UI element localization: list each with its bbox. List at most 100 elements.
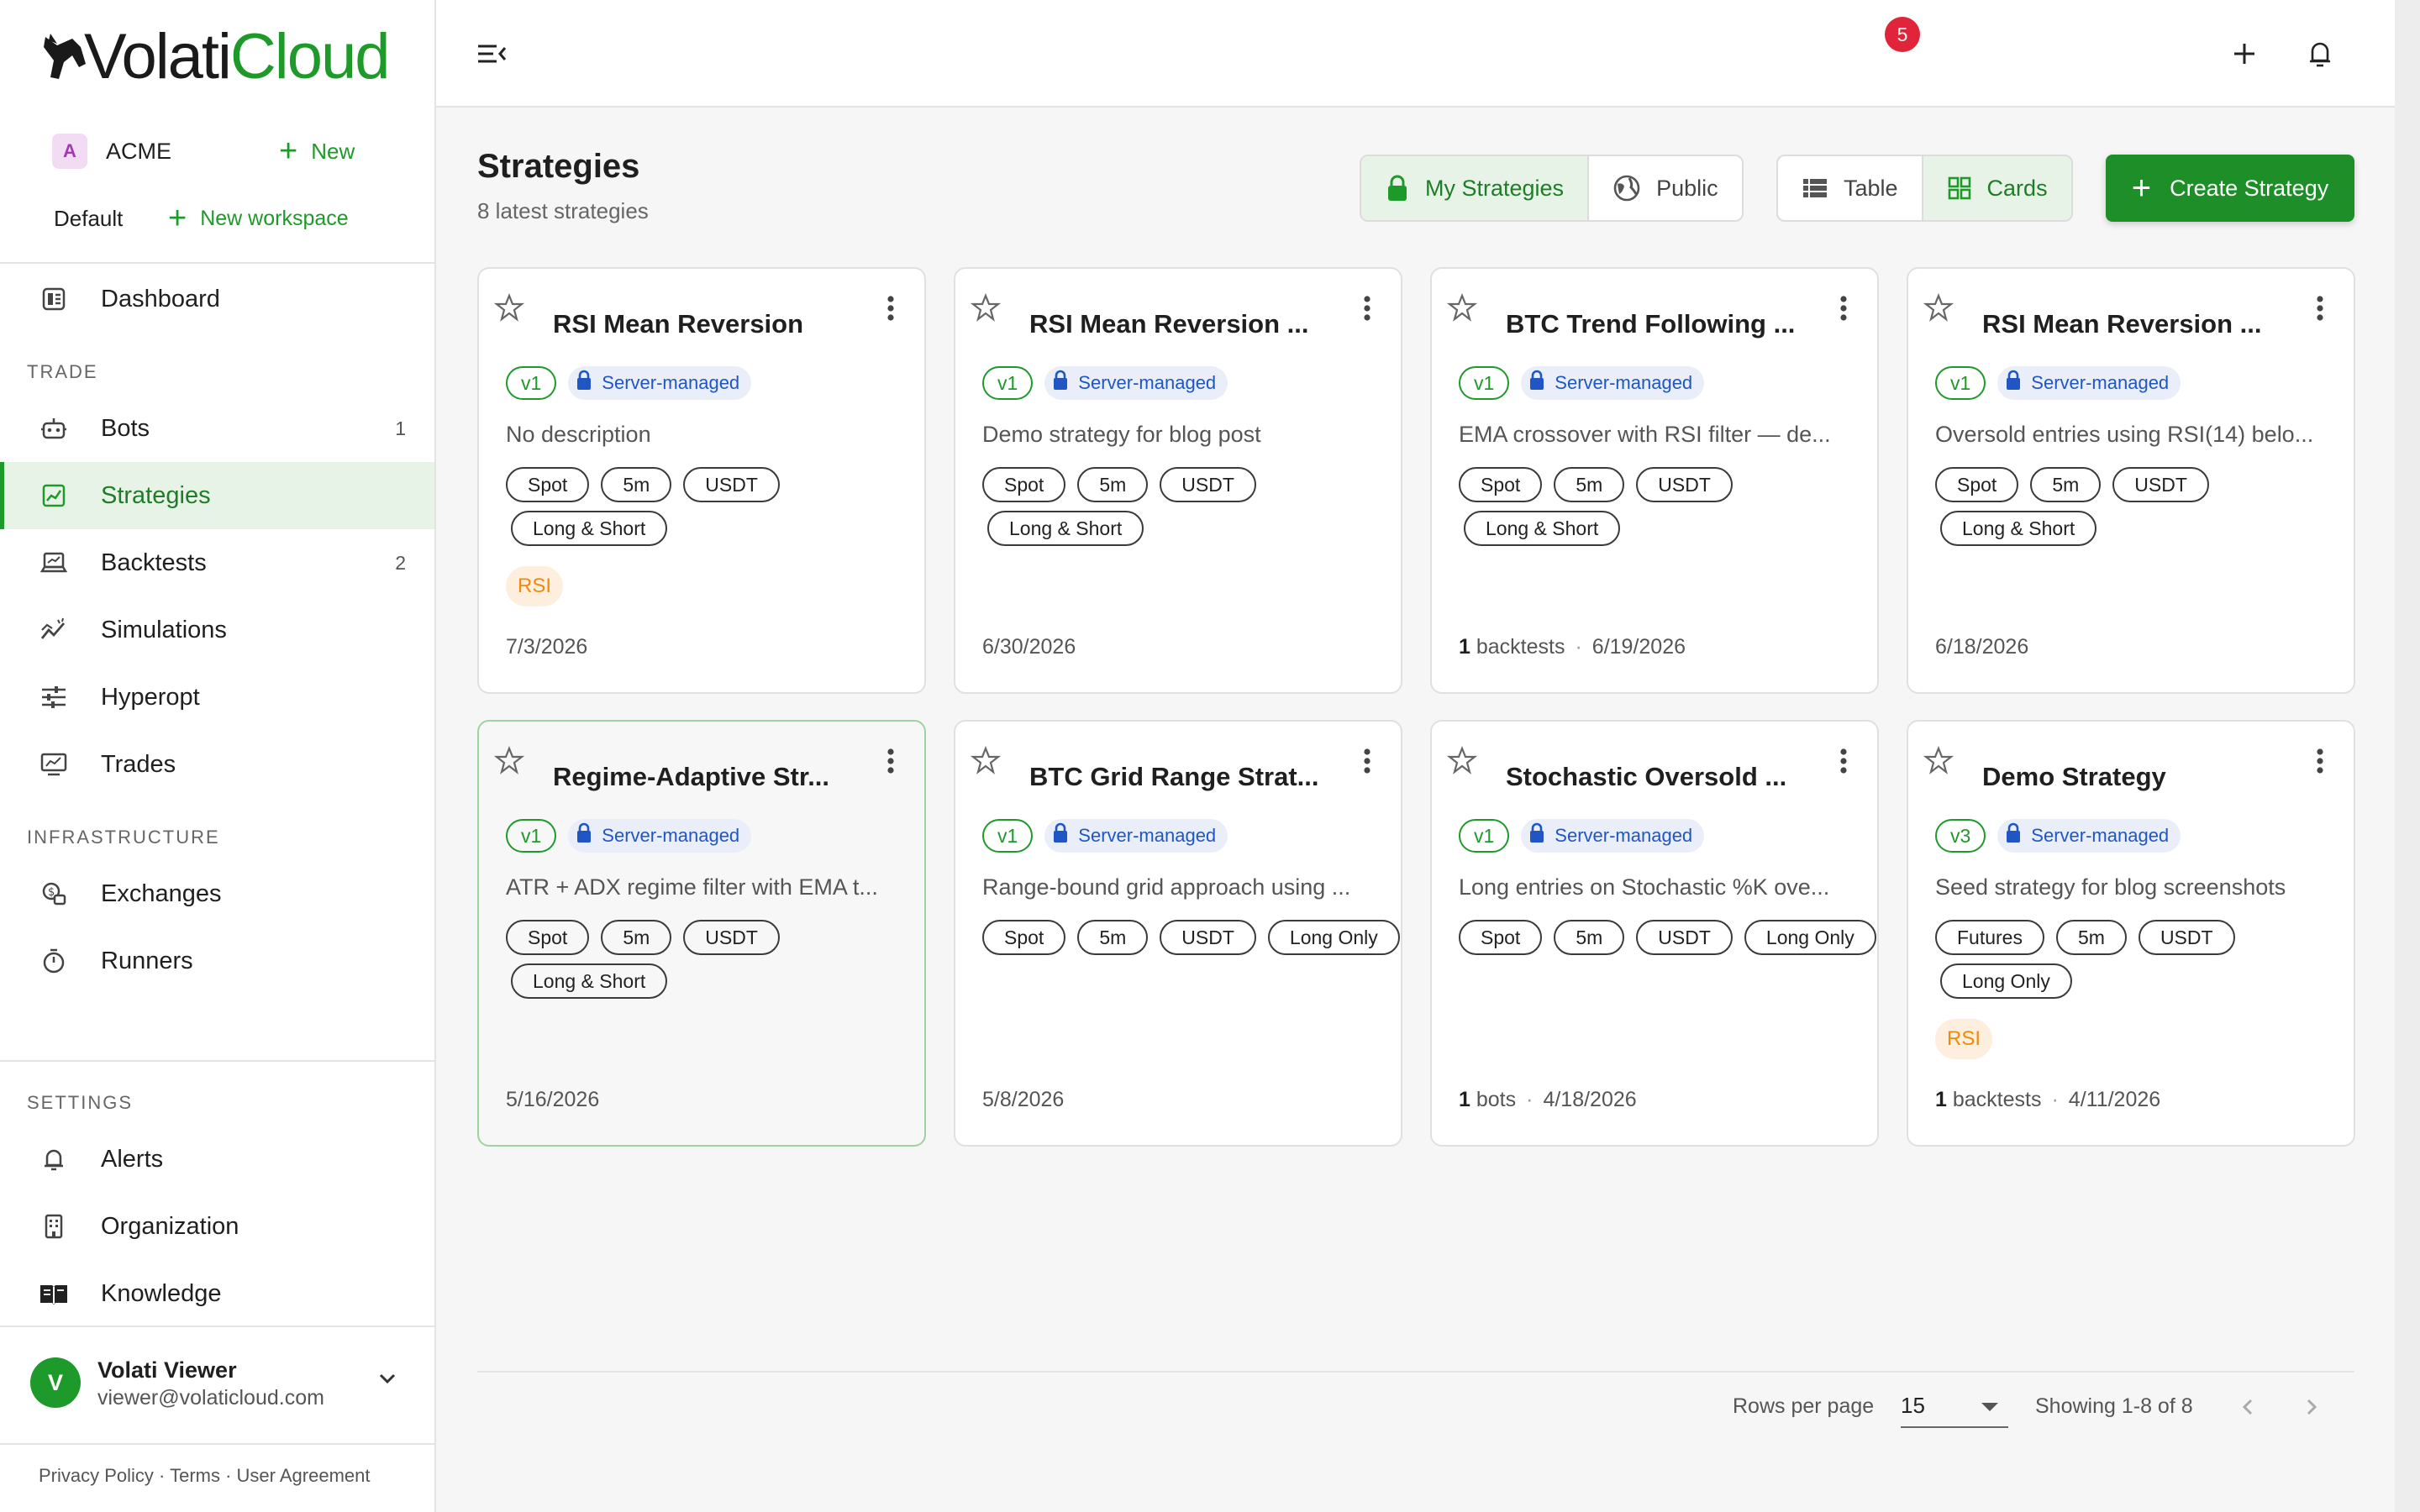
more-options-icon[interactable] — [886, 294, 896, 327]
privacy-link[interactable]: Privacy Policy — [39, 1465, 154, 1486]
logo[interactable]: VolatiCloud — [39, 24, 390, 91]
backtest-icon — [37, 546, 71, 580]
previous-page-button[interactable] — [2230, 1389, 2265, 1425]
sidebar-divider — [0, 262, 434, 264]
strategy-tag: USDT — [683, 467, 780, 502]
sidebar-item-exchanges[interactable]: $ Exchanges — [0, 860, 434, 927]
strategy-card[interactable]: Stochastic Oversold ... v1 Server-managed L… — [1430, 720, 1879, 1147]
strategy-card[interactable]: BTC Grid Range Strat... v1 Server-managed R… — [954, 720, 1402, 1147]
new-workspace-button[interactable]: + New workspace — [168, 202, 349, 234]
more-options-icon[interactable] — [1362, 294, 1372, 327]
plus-icon: + — [2131, 170, 2152, 207]
strategy-title: RSI Mean Reversion — [553, 309, 804, 339]
more-options-icon[interactable] — [2315, 747, 2325, 780]
strategy-card[interactable]: RSI Mean Reversion ... v1 Server-managed De… — [954, 267, 1402, 694]
strategy-card[interactable]: RSI Mean Reversion v1 Server-managed No des… — [477, 267, 926, 694]
strategy-tag: Long & Short — [1940, 511, 2097, 546]
server-managed-label: Server-managed — [602, 825, 740, 846]
sidebar-item-backtests[interactable]: Backtests 2 — [0, 529, 434, 596]
lock-icon — [1528, 822, 1555, 849]
sidebar-item-knowledge[interactable]: Knowledge — [0, 1260, 434, 1327]
more-options-icon[interactable] — [1839, 294, 1849, 327]
favorite-star-icon[interactable] — [970, 292, 1002, 327]
footer-separator-dot: · — [2051, 1088, 2059, 1111]
strategy-tag: Long & Short — [511, 963, 668, 999]
favorite-star-icon[interactable] — [493, 745, 525, 780]
strategy-tag: 5m — [1554, 920, 1625, 955]
org-switcher[interactable]: A ACME + New — [52, 131, 405, 171]
strategy-footer: 1 backtests · 4/11/2026 — [1935, 1088, 2160, 1112]
view-table-button[interactable]: Table — [1778, 156, 1922, 220]
footer-count: 1 — [1935, 1088, 1947, 1111]
sidebar-item-trades[interactable]: Trades — [0, 731, 434, 798]
version-chip: v1 — [1459, 819, 1510, 853]
strategy-card[interactable]: RSI Mean Reversion ... v1 Server-managed Ov… — [1907, 267, 2355, 694]
strategy-tag: 5m — [1554, 467, 1625, 502]
next-page-button[interactable] — [2294, 1389, 2329, 1425]
favorite-star-icon[interactable] — [1446, 292, 1478, 327]
strategy-tags: Spot 5m USDT — [982, 467, 1256, 502]
pagination-divider — [477, 1371, 2354, 1373]
strategy-title: Stochastic Oversold ... — [1506, 762, 1787, 791]
sidebar-item-strategies[interactable]: Strategies — [0, 462, 434, 529]
strategy-card[interactable]: BTC Trend Following ... v1 Server-managed E… — [1430, 267, 1879, 694]
server-managed-chip: Server-managed — [1521, 819, 1705, 853]
lock-icon — [1051, 370, 1078, 396]
sidebar-item-simulations[interactable]: Simulations — [0, 596, 434, 664]
horse-logo-icon — [44, 34, 86, 79]
strategy-tag: USDT — [683, 920, 780, 955]
strategy-tag: Long & Short — [987, 511, 1144, 546]
favorite-star-icon[interactable] — [1923, 292, 1954, 327]
version-chip: v1 — [982, 366, 1034, 400]
view-cards-button[interactable]: Cards — [1921, 156, 2071, 220]
footer-unit: backtests — [1476, 635, 1565, 659]
user-menu[interactable]: V Volati Viewer viewer@volaticloud.com — [0, 1327, 434, 1443]
strategy-tags: Futures 5m USDT — [1935, 920, 2235, 955]
add-icon[interactable] — [2224, 34, 2265, 74]
strategy-tags: Long & Short — [1940, 511, 2097, 546]
server-managed-label: Server-managed — [2031, 825, 2170, 846]
more-options-icon[interactable] — [1839, 747, 1849, 780]
strategy-card[interactable]: Regime-Adaptive Str... v1 Server-managed AT… — [477, 720, 926, 1147]
terms-link[interactable]: Terms — [170, 1465, 220, 1486]
chevron-down-icon[interactable] — [375, 1366, 400, 1395]
grid-icon — [1948, 176, 1970, 200]
sidebar-item-bots[interactable]: Bots 1 — [0, 395, 434, 462]
agreement-link[interactable]: User Agreement — [237, 1465, 371, 1486]
more-options-icon[interactable] — [886, 747, 896, 780]
strategy-description: No description — [506, 422, 651, 447]
server-managed-chip: Server-managed — [1997, 366, 2181, 400]
strategy-title: Regime-Adaptive Str... — [553, 762, 830, 791]
sidebar-item-runners[interactable]: Runners — [0, 927, 434, 995]
filter-my-strategies[interactable]: My Strategies — [1361, 156, 1588, 220]
strategy-card[interactable]: Demo Strategy v3 Server-managed Seed strate… — [1907, 720, 2355, 1147]
strategy-tag: Spot — [506, 467, 590, 502]
scrollbar-track[interactable] — [2395, 0, 2420, 1512]
strategy-tag: USDT — [1636, 920, 1733, 955]
strategy-tags: Spot 5m USDT Long Only — [982, 920, 1400, 955]
favorite-star-icon[interactable] — [1446, 745, 1478, 780]
sidebar-item-dashboard[interactable]: Dashboard — [0, 265, 434, 333]
create-strategy-button[interactable]: + Create Strategy — [2106, 155, 2354, 222]
simulation-icon — [37, 613, 71, 647]
topbar — [436, 0, 2395, 108]
more-options-icon[interactable] — [2315, 294, 2325, 327]
favorite-star-icon[interactable] — [1923, 745, 1954, 780]
new-org-button[interactable]: + New — [279, 135, 355, 167]
strategy-tag: USDT — [1160, 920, 1256, 955]
indicator-chip: RSI — [1935, 1019, 1993, 1059]
favorite-star-icon[interactable] — [493, 292, 525, 327]
filter-public[interactable]: Public — [1587, 156, 1742, 220]
favorite-star-icon[interactable] — [970, 745, 1002, 780]
more-options-icon[interactable] — [1362, 747, 1372, 780]
sidebar-item-hyperopt[interactable]: Hyperopt — [0, 664, 434, 731]
sidebar-item-label: Knowledge — [101, 1279, 222, 1307]
chevron-left-icon — [2242, 1399, 2253, 1415]
sidebar-item-alerts[interactable]: Alerts — [0, 1126, 434, 1193]
collapse-menu-icon[interactable] — [471, 34, 512, 74]
sidebar-item-organization[interactable]: Organization — [0, 1193, 434, 1260]
workspace-switcher[interactable]: Default + New workspace — [54, 198, 407, 239]
notifications-bell-icon[interactable] — [2298, 32, 2342, 76]
rows-per-page-select[interactable]: 15 — [1901, 1384, 2008, 1428]
timer-icon — [37, 944, 71, 978]
